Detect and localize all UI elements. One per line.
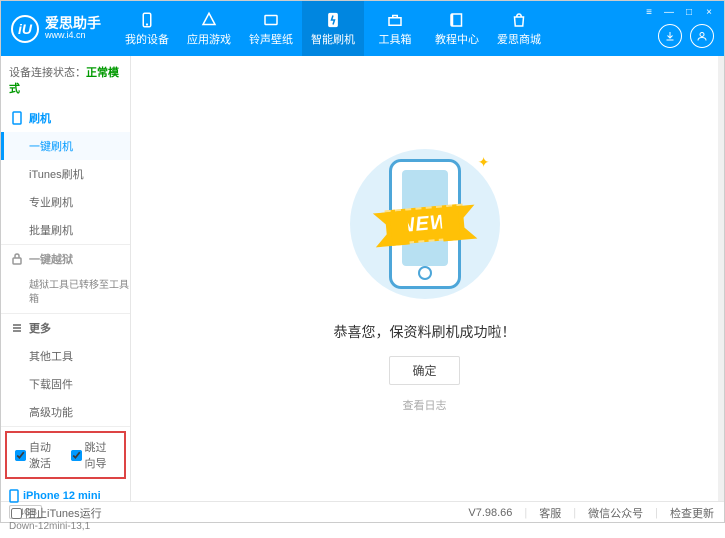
sidebar-section-label: 一键越狱 [29,251,73,267]
nav-my-device[interactable]: 我的设备 [116,1,178,56]
update-link[interactable]: 检查更新 [670,505,714,521]
list-icon [11,322,23,334]
device-name-text: iPhone 12 mini [23,490,101,502]
app-title: 爱思助手 www.i4.cn [45,16,101,41]
sidebar-item-pro-flash[interactable]: 专业刷机 [1,188,130,216]
maximize-button[interactable]: □ [682,5,696,19]
nav-label: 教程中心 [435,31,479,47]
nav-label: 智能刷机 [311,31,355,47]
main-nav: 我的设备 应用游戏 铃声壁纸 智能刷机 工具箱 教程中心 爱思商城 [116,1,550,56]
apps-icon [200,11,218,29]
logo-area: iU 爱思助手 www.i4.cn [11,15,101,43]
wechat-link[interactable]: 微信公众号 [588,505,643,521]
nav-label: 爱思商城 [497,31,541,47]
lock-icon [11,253,23,265]
sidebar-item-advanced[interactable]: 高级功能 [1,398,130,426]
success-illustration: ✦ NEW [335,144,515,304]
sidebar-flash-header[interactable]: 刷机 [1,104,130,132]
nav-tutorials[interactable]: 教程中心 [426,1,488,56]
app-logo-icon: iU [11,15,39,43]
sidebar-jailbreak-header[interactable]: 一键越狱 [1,245,130,273]
book-icon [448,11,466,29]
flash-icon [324,11,342,29]
sparkle-icon: ✦ [478,154,490,171]
sidebar: 设备连接状态：正常模式 刷机 一键刷机 iTunes刷机 专业刷机 批量刷机 一… [1,56,131,501]
service-link[interactable]: 客服 [539,505,561,521]
new-ribbon: NEW [384,203,464,245]
nav-apps-games[interactable]: 应用游戏 [178,1,240,56]
status-label: 设备连接状态： [9,67,86,79]
sidebar-item-oneclick-flash[interactable]: 一键刷机 [1,132,130,160]
nav-label: 铃声壁纸 [249,31,293,47]
checkbox-auto-activate[interactable]: 自动激活 [15,439,61,471]
nav-toolbox[interactable]: 工具箱 [364,1,426,56]
ok-button[interactable]: 确定 [389,356,459,385]
checkbox-skip-guide[interactable]: 跳过向导 [71,439,117,471]
sidebar-section-label: 更多 [29,320,51,336]
checkbox-label: 阻止iTunes运行 [25,505,102,521]
device-icon [9,489,19,503]
nav-smart-flash[interactable]: 智能刷机 [302,1,364,56]
sidebar-item-batch-flash[interactable]: 批量刷机 [1,216,130,244]
nav-ringtones[interactable]: 铃声壁纸 [240,1,302,56]
sidebar-item-itunes-flash[interactable]: iTunes刷机 [1,160,130,188]
phone-small-icon [11,111,23,125]
user-icon[interactable] [690,24,714,48]
app-header: iU 爱思助手 www.i4.cn 我的设备 应用游戏 铃声壁纸 智能刷机 工具… [1,1,724,56]
sidebar-jailbreak-note: 越狱工具已转移至工具箱 [1,273,130,313]
scrollbar[interactable] [718,56,724,501]
checkbox-label: 自动激活 [29,439,61,471]
checkbox-label: 跳过向导 [85,439,117,471]
view-log-link[interactable]: 查看日志 [403,397,447,413]
app-name: 爱思助手 [45,15,101,31]
device-name[interactable]: iPhone 12 mini [9,489,122,503]
main-content: ✦ NEW 恭喜您，保资料刷机成功啦！ 确定 查看日志 [131,56,718,501]
download-icon[interactable] [658,24,682,48]
connection-status: 设备连接状态：正常模式 [1,56,130,104]
close-button[interactable]: × [702,5,716,19]
success-message: 恭喜您，保资料刷机成功啦！ [334,322,516,342]
sidebar-item-other-tools[interactable]: 其他工具 [1,342,130,370]
version-text: V7.98.66 [468,507,512,519]
sidebar-item-download-firmware[interactable]: 下载固件 [1,370,130,398]
minimize-button[interactable]: — [662,5,676,19]
window-controls: ≡ — □ × [642,5,716,19]
sidebar-options-highlighted: 自动激活 跳过向导 [5,431,126,479]
nav-label: 我的设备 [125,31,169,47]
app-url: www.i4.cn [45,31,101,41]
store-icon [510,11,528,29]
sidebar-section-label: 刷机 [29,110,51,126]
toolbox-icon [386,11,404,29]
header-action-icons [658,24,714,48]
nav-label: 工具箱 [379,31,412,47]
nav-label: 应用游戏 [187,31,231,47]
nav-store[interactable]: 爱思商城 [488,1,550,56]
wallpaper-icon [262,11,280,29]
checkbox-block-itunes[interactable]: 阻止iTunes运行 [11,505,102,521]
menu-icon[interactable]: ≡ [642,5,656,19]
phone-icon [138,11,156,29]
sidebar-more-header[interactable]: 更多 [1,314,130,342]
